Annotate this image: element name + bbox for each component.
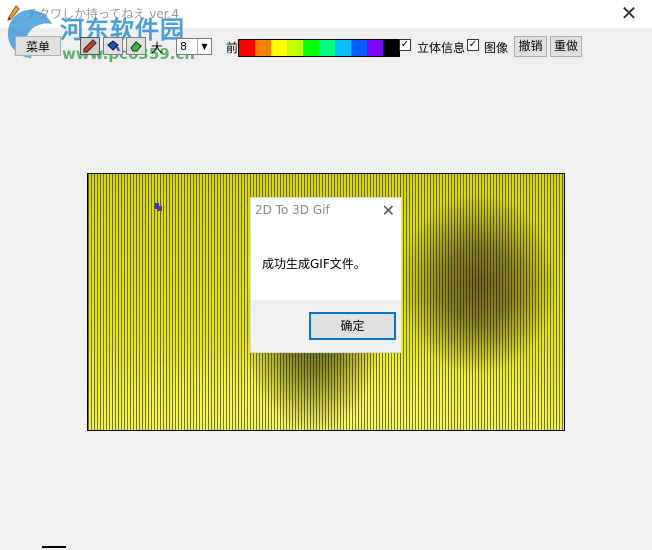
eraser-icon <box>130 41 142 52</box>
size-label: 大 <box>151 41 164 55</box>
pencil-icon <box>83 39 97 53</box>
color-swatch[interactable] <box>255 40 271 56</box>
color-swatch[interactable] <box>351 40 367 56</box>
stereo-label: 立体信息 <box>417 41 466 55</box>
image-label: 图像 <box>484 41 509 55</box>
size-dropdown[interactable]: 8 ▼ <box>176 38 212 55</box>
pencil-tool-button[interactable] <box>80 37 100 55</box>
color-swatch[interactable] <box>271 40 287 56</box>
front-color-label: 前 <box>226 41 239 55</box>
menu-button[interactable]: 菜单 <box>15 36 61 56</box>
color-swatch[interactable] <box>287 40 303 56</box>
color-palette <box>238 39 400 57</box>
dialog-title: 2D To 3D Gif <box>255 203 330 217</box>
color-swatch[interactable] <box>335 40 351 56</box>
cursor-mark-icon <box>155 203 162 211</box>
ok-button[interactable]: 确定 <box>309 312 396 340</box>
bottom-edge-mark <box>42 546 66 548</box>
color-swatch[interactable] <box>319 40 335 56</box>
dialog-footer: 确定 <box>251 300 401 352</box>
color-swatch[interactable] <box>303 40 319 56</box>
message-dialog: 2D To 3D Gif ✕ 成功生成GIF文件。 确定 <box>250 197 402 353</box>
size-value: 8 <box>180 40 187 53</box>
window-close-button[interactable]: ✕ <box>606 0 652 28</box>
color-swatch[interactable] <box>367 40 383 56</box>
fill-icon <box>107 40 120 52</box>
undo-button[interactable]: 撤销 <box>514 36 547 57</box>
stereo-checkbox[interactable]: ✓ <box>467 39 479 51</box>
dialog-message: 成功生成GIF文件。 <box>262 257 366 271</box>
chevron-down-icon: ▼ <box>197 39 211 54</box>
fill-tool-button[interactable] <box>103 37 123 55</box>
color-swatch[interactable] <box>239 40 255 56</box>
toolbar: 菜单 大 8 ▼ 前 后 ✓ 立体信息 ✓ 图像 撤销 重做 <box>0 34 652 58</box>
redo-button[interactable]: 重做 <box>550 36 582 57</box>
back-color-label: 后 <box>385 41 398 55</box>
eraser-tool-button[interactable] <box>126 37 146 55</box>
dialog-close-icon[interactable]: ✕ <box>382 201 395 220</box>
back-checkbox[interactable]: ✓ <box>399 39 411 51</box>
